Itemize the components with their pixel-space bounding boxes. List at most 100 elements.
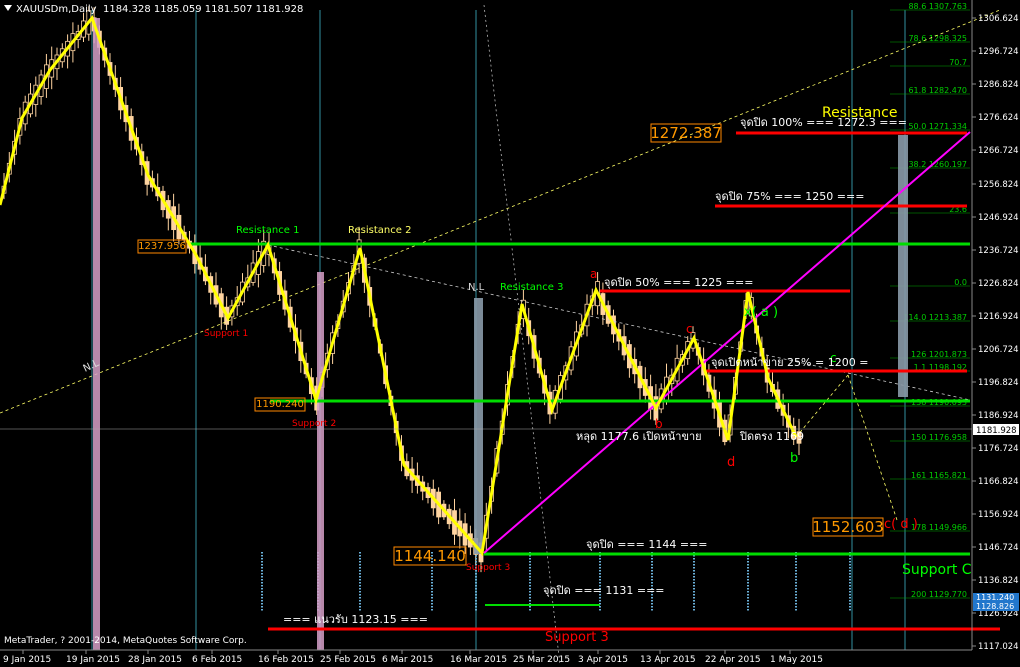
tick-mark [693,576,695,578]
tick-mark [795,561,797,563]
tick-mark [359,588,361,590]
copyright-text: MetaTrader, ? 2001-2014, MetaQuotes Soft… [4,636,247,646]
tick-mark [359,558,361,560]
tick-mark [693,597,695,599]
tick-mark [795,600,797,602]
tick-mark [261,573,263,575]
tick-mark [359,600,361,602]
tick-mark [475,606,477,608]
tick-mark [599,597,601,599]
tick-mark [475,591,477,593]
tick-mark [693,564,695,566]
tick-mark [651,600,653,602]
tick-mark [849,591,851,593]
tick-mark [529,579,531,581]
tick-mark [431,588,433,590]
tick-mark [359,573,361,575]
tick-mark [795,591,797,593]
tick-mark [747,567,749,569]
tick-mark [431,570,433,572]
tick-mark [849,594,851,596]
price-mark-label: 1128.826 [976,602,1014,611]
tick-mark [599,606,601,608]
tick-mark [431,582,433,584]
dropdown-arrow-icon[interactable] [4,5,12,11]
price-axis-label: 1236.724 [978,246,1019,256]
tick-mark [431,591,433,593]
tick-mark [359,561,361,563]
tick-mark [747,570,749,572]
tick-mark [747,573,749,575]
tick-mark [849,567,851,569]
price-axis-label: 1246.924 [978,213,1019,223]
wave-label-a: a [590,267,597,281]
tick-mark [651,564,653,566]
price-axis-label: 1276.624 [978,113,1019,123]
price-axis-label: 1196.824 [978,378,1019,388]
tick-mark [651,570,653,572]
tick-mark [693,588,695,590]
tick-mark [529,585,531,587]
tick-mark [359,606,361,608]
tick-mark [475,603,477,605]
tick-mark [529,573,531,575]
current-price-label: 1181.928 [976,426,1017,436]
label-support-2: Support 2 [292,419,336,429]
tick-mark [747,597,749,599]
tick-mark [795,567,797,569]
tick-mark [431,594,433,596]
tick-mark [261,609,263,611]
tick-mark [651,573,653,575]
tick-mark [849,564,851,566]
time-axis-label: 25 Feb 2015 [320,655,376,665]
time-axis-label: 6 Feb 2015 [192,655,242,665]
tick-mark [651,567,653,569]
price-chart[interactable]: 88.6 1307.76378.6 1298.32570.761.8 1282.… [0,0,1020,667]
tick-mark [795,573,797,575]
tick-mark [431,579,433,581]
time-axis-label: 1 May 2015 [770,655,823,665]
tick-mark [529,564,531,566]
tick-mark [261,582,263,584]
tick-mark [359,594,361,596]
fib-label: 38.2 1260.197 [908,160,967,169]
price-axis-label: 1176.724 [978,444,1019,454]
tick-mark [693,591,695,593]
tick-mark [359,609,361,611]
tick-mark [599,567,601,569]
tick-mark [359,564,361,566]
tick-mark [529,570,531,572]
tick-mark [795,603,797,605]
tick-mark [849,561,851,563]
price-axis-label: 1296.724 [978,47,1019,57]
tick-mark [529,558,531,560]
price-axis-label: 1146.724 [978,543,1019,553]
time-axis-label: 13 Apr 2015 [640,655,696,665]
price-axis-label: 1266.724 [978,146,1019,156]
tick-mark [795,588,797,590]
tick-mark [795,576,797,578]
tick-mark [795,585,797,587]
tick-mark [795,609,797,611]
tick-mark [849,582,851,584]
tick-mark [529,561,531,563]
tick-mark [795,606,797,608]
tick-mark [431,600,433,602]
tick-mark [431,606,433,608]
price-axis-label: 1136.824 [978,576,1019,586]
tick-mark [261,555,263,557]
tick-mark [599,570,601,572]
tick-mark [529,594,531,596]
tick-mark [693,570,695,572]
tick-mark [475,582,477,584]
tick-mark [795,558,797,560]
target-25-label: จุดเปิดหน้าขาย 25% = 1200 = [711,356,868,369]
tick-mark [261,588,263,590]
tick-mark [359,582,361,584]
tick-mark [693,600,695,602]
chart-header: XAUUSDm,Daily 1184.328 1185.059 1181.507… [4,4,303,15]
tick-mark [261,564,263,566]
tick-mark [651,561,653,563]
price-box-1190: 1190.240 [256,399,304,410]
tick-mark [261,585,263,587]
